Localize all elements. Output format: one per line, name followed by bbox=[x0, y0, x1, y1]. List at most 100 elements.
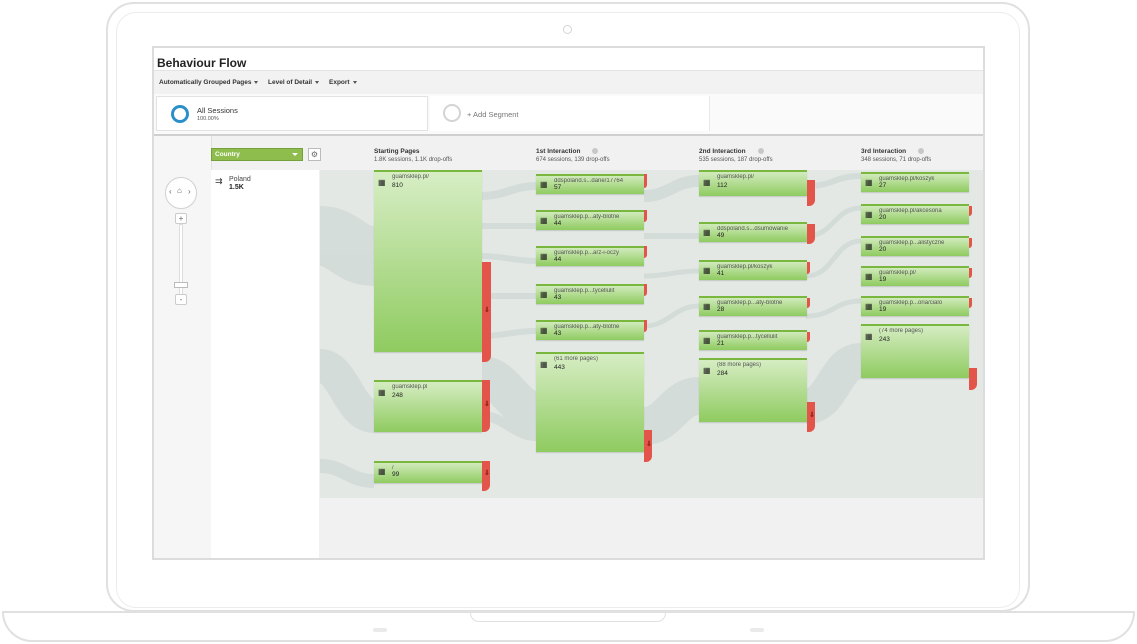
flow-node[interactable]: ▦ guamsklep.p...aty-blotne 44 bbox=[536, 210, 644, 230]
node-page-name: (88 more pages) bbox=[717, 362, 762, 368]
add-segment-button[interactable]: + Add Segment bbox=[467, 110, 519, 119]
column-sub-starting: 1.8K sessions, 1.1K drop-offs bbox=[374, 157, 453, 163]
node-page-value: 112 bbox=[717, 182, 728, 189]
node-topbar bbox=[536, 352, 644, 354]
dropoff-bar[interactable] bbox=[969, 368, 977, 390]
segment-all-sessions[interactable]: All Sessions 100.00% bbox=[156, 96, 428, 131]
flow-node[interactable]: ▦ guamsklep.pl/akcesoria 20 bbox=[861, 204, 969, 224]
dropoff-bar[interactable]: ⇓ bbox=[644, 430, 652, 462]
chevron-down-icon bbox=[315, 80, 320, 84]
flow-node[interactable]: ▦ guamsklep.p...tycellulit 43 bbox=[536, 284, 644, 304]
screen: Behaviour Flow Automatically Grouped Pag… bbox=[152, 46, 985, 560]
node-page-name: guamsklep.p...aty-blotne bbox=[554, 324, 620, 330]
dropoff-bar[interactable] bbox=[644, 320, 647, 332]
node-page-name: guamsklep.pl/ bbox=[717, 174, 755, 180]
flow-node[interactable]: ▦ /99 bbox=[374, 461, 482, 483]
dropoff-bar[interactable] bbox=[644, 284, 647, 296]
grouped-pages-label: Automatically Grouped Pages bbox=[159, 79, 252, 86]
close-icon[interactable] bbox=[918, 148, 925, 155]
page-icon: ▦ bbox=[540, 252, 548, 261]
flow-node[interactable]: ▦ guamsklep.p...oria/cialo 19 bbox=[861, 296, 969, 316]
dropoff-bar[interactable] bbox=[969, 298, 972, 308]
export-label: Export bbox=[329, 79, 350, 86]
level-of-detail-menu[interactable]: Level of Detail bbox=[268, 79, 320, 86]
page-icon: ▦ bbox=[865, 178, 873, 187]
dropoff-bar[interactable] bbox=[807, 298, 810, 308]
dropoff-bar[interactable] bbox=[644, 174, 647, 188]
dropoff-bar[interactable]: ⇓ bbox=[482, 380, 490, 432]
laptop-foot bbox=[750, 628, 764, 632]
flow-node[interactable]: ▦ (74 more pages) 243 bbox=[861, 324, 969, 378]
page-icon: ▦ bbox=[865, 242, 873, 251]
dropoff-bar[interactable]: ⇓ bbox=[482, 461, 490, 491]
flow-node[interactable]: ▦ guamsklep.p...aty-blotne 43 bbox=[536, 320, 644, 340]
dropoff-bar[interactable] bbox=[807, 332, 810, 342]
flow-node[interactable]: ▦ (88 more pages) 284 bbox=[699, 358, 807, 422]
close-icon[interactable] bbox=[592, 148, 599, 155]
flow-node[interactable]: ▦ guamsklep.pl/810 bbox=[374, 170, 482, 352]
column-title-1st: 1st Interaction bbox=[536, 148, 599, 155]
page-icon: ▦ bbox=[703, 366, 711, 375]
node-page-value: 44 bbox=[554, 256, 562, 263]
dropoff-bar[interactable]: ⇓ bbox=[807, 402, 815, 432]
node-topbar bbox=[374, 461, 482, 463]
page-icon: ▦ bbox=[865, 210, 873, 219]
dropoff-bar[interactable] bbox=[969, 238, 972, 248]
flow-node[interactable]: ▦ (61 more pages) 443 bbox=[536, 352, 644, 452]
dropoff-icon: ⇓ bbox=[809, 412, 815, 419]
node-page-name: (74 more pages) bbox=[879, 328, 924, 334]
page-icon: ▦ bbox=[378, 467, 386, 476]
dropoff-bar[interactable] bbox=[644, 246, 647, 258]
segment-bar: All Sessions 100.00% + Add Segment bbox=[154, 94, 983, 136]
dropoff-bar[interactable] bbox=[969, 268, 972, 278]
node-topbar bbox=[699, 222, 807, 224]
close-icon[interactable] bbox=[757, 148, 764, 155]
dropoff-bar[interactable]: ⇓ bbox=[482, 262, 491, 362]
flow-node[interactable]: ▦ guamsklep.pl/koszyk 27 bbox=[861, 172, 969, 192]
dropoff-bar[interactable] bbox=[807, 180, 815, 206]
flow-node[interactable]: ▦ ddspoland.s...dsumowanie 49 bbox=[699, 222, 807, 242]
node-topbar bbox=[699, 260, 807, 262]
node-page-value: 49 bbox=[717, 232, 725, 239]
node-topbar bbox=[699, 330, 807, 332]
node-page-name: guamsklep.pl/koszyk bbox=[717, 264, 773, 270]
dropoff-bar[interactable] bbox=[807, 224, 815, 244]
page-icon: ▦ bbox=[703, 302, 711, 311]
column-title-2nd: 2nd Interaction bbox=[699, 148, 764, 155]
dropoff-icon: ⇓ bbox=[484, 307, 490, 314]
flow-node[interactable]: ▦ guamsklep.p...tycellulit 21 bbox=[699, 330, 807, 350]
grouped-pages-menu[interactable]: Automatically Grouped Pages bbox=[159, 79, 259, 86]
add-segment-card[interactable]: + Add Segment bbox=[430, 96, 710, 131]
dropoff-bar[interactable] bbox=[969, 206, 972, 216]
chevron-down-icon bbox=[352, 80, 357, 84]
level-of-detail-label: Level of Detail bbox=[268, 79, 313, 86]
flow-node[interactable]: ▦ guamsklep.pl 248 bbox=[374, 380, 482, 432]
node-topbar bbox=[374, 380, 482, 382]
flow-node[interactable]: ▦ guamsklep.p...arz-i-oczy 44 bbox=[536, 246, 644, 266]
flow-node[interactable]: ▦ guamsklep.pl/koszyk 41 bbox=[699, 260, 807, 280]
node-page-value: 41 bbox=[717, 270, 725, 277]
node-page-name: guamsklep.p...tycellulit bbox=[717, 334, 778, 340]
flow-node[interactable]: ▦ guamsklep.pl/112 bbox=[699, 170, 807, 196]
node-page-name: guamsklep.pl/ bbox=[392, 174, 430, 180]
segment-ring-icon bbox=[171, 105, 189, 123]
node-page-name: guamsklep.pl/ bbox=[879, 270, 917, 276]
node-page-name: guamsklep.p...tycellulit bbox=[554, 288, 615, 294]
flow-node[interactable]: ▦ guamsklep.p...alistyczne 20 bbox=[861, 236, 969, 256]
export-menu[interactable]: Export bbox=[329, 79, 357, 86]
node-topbar bbox=[536, 210, 644, 212]
dropoff-bar[interactable] bbox=[807, 262, 810, 274]
node-topbar bbox=[861, 266, 969, 268]
node-page-value: 43 bbox=[554, 330, 562, 337]
toolbar: Automatically Grouped Pages Level of Det… bbox=[154, 70, 983, 96]
flow-node[interactable]: ▦ guamsklep.p...aty-blotne 28 bbox=[699, 296, 807, 316]
flow-node[interactable]: ▦ guamsklep.pl/19 bbox=[861, 266, 969, 286]
node-page-name: ddspoland.s...dane/17764 bbox=[554, 178, 624, 184]
dropoff-bar[interactable] bbox=[644, 210, 647, 222]
node-page-name: guamsklep.p...aty-blotne bbox=[554, 214, 620, 220]
node-topbar bbox=[536, 246, 644, 248]
node-topbar bbox=[699, 296, 807, 298]
empty-ring-icon bbox=[443, 104, 461, 122]
column-title-text: 1st Interaction bbox=[536, 148, 581, 155]
flow-node[interactable]: ▦ ddspoland.s...dane/17764 57 bbox=[536, 174, 644, 194]
